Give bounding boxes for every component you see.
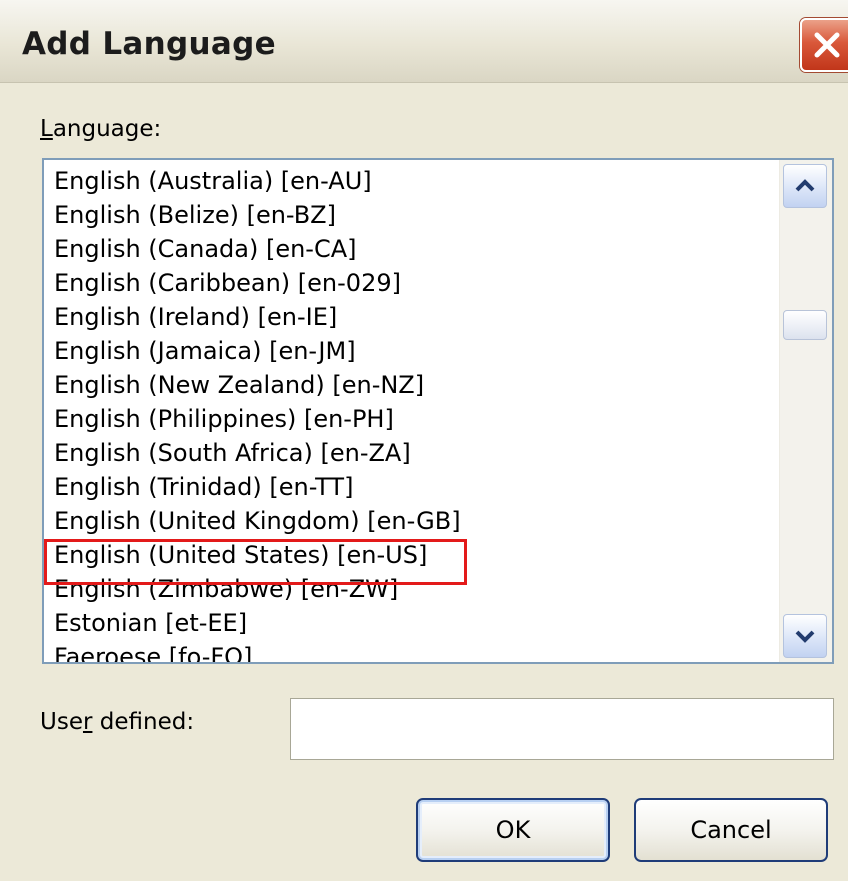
title-bar: Add Language xyxy=(0,0,848,83)
dialog-title: Add Language xyxy=(22,26,276,62)
list-item-en-tt[interactable]: English (Trinidad) [en-TT] xyxy=(52,470,778,504)
user-defined-input[interactable] xyxy=(290,698,834,760)
list-item-en-ie[interactable]: English (Ireland) [en-IE] xyxy=(52,300,778,334)
vertical-scrollbar[interactable] xyxy=(779,160,832,662)
close-button[interactable] xyxy=(800,18,848,72)
list-item-fo-fo[interactable]: Faeroese [fo-FO] xyxy=(52,640,778,662)
list-item-en-ph[interactable]: English (Philippines) [en-PH] xyxy=(52,402,778,436)
user-defined-label: User defined: xyxy=(40,709,195,735)
close-icon xyxy=(814,32,840,58)
list-item-en-jm[interactable]: English (Jamaica) [en-JM] xyxy=(52,334,778,368)
scroll-down-arrow-icon xyxy=(795,630,815,643)
list-item-en-au[interactable]: English (Australia) [en-AU] xyxy=(52,164,778,198)
language-list: English (Australia) [en-AU] English (Bel… xyxy=(52,164,778,662)
cancel-button[interactable]: Cancel xyxy=(634,798,828,862)
list-item-en-bz[interactable]: English (Belize) [en-BZ] xyxy=(52,198,778,232)
list-item-et-ee[interactable]: Estonian [et-EE] xyxy=(52,606,778,640)
list-item-en-029[interactable]: English (Caribbean) [en-029] xyxy=(52,266,778,300)
ok-button[interactable]: OK xyxy=(416,798,610,862)
list-item-en-ca[interactable]: English (Canada) [en-CA] xyxy=(52,232,778,266)
list-item-en-us[interactable]: English (United States) [en-US] xyxy=(52,538,778,572)
language-listbox[interactable]: English (Australia) [en-AU] English (Bel… xyxy=(42,158,834,664)
scroll-up-arrow-icon xyxy=(795,179,815,192)
list-item-en-gb[interactable]: English (United Kingdom) [en-GB] xyxy=(52,504,778,538)
list-item-en-nz[interactable]: English (New Zealand) [en-NZ] xyxy=(52,368,778,402)
list-item-en-zw[interactable]: English (Zimbabwe) [en-ZW] xyxy=(52,572,778,606)
language-label: Language: xyxy=(40,116,162,142)
scroll-thumb[interactable] xyxy=(783,310,827,340)
list-item-en-za[interactable]: English (South Africa) [en-ZA] xyxy=(52,436,778,470)
scroll-down-button[interactable] xyxy=(783,614,827,658)
scroll-up-button[interactable] xyxy=(783,164,827,208)
